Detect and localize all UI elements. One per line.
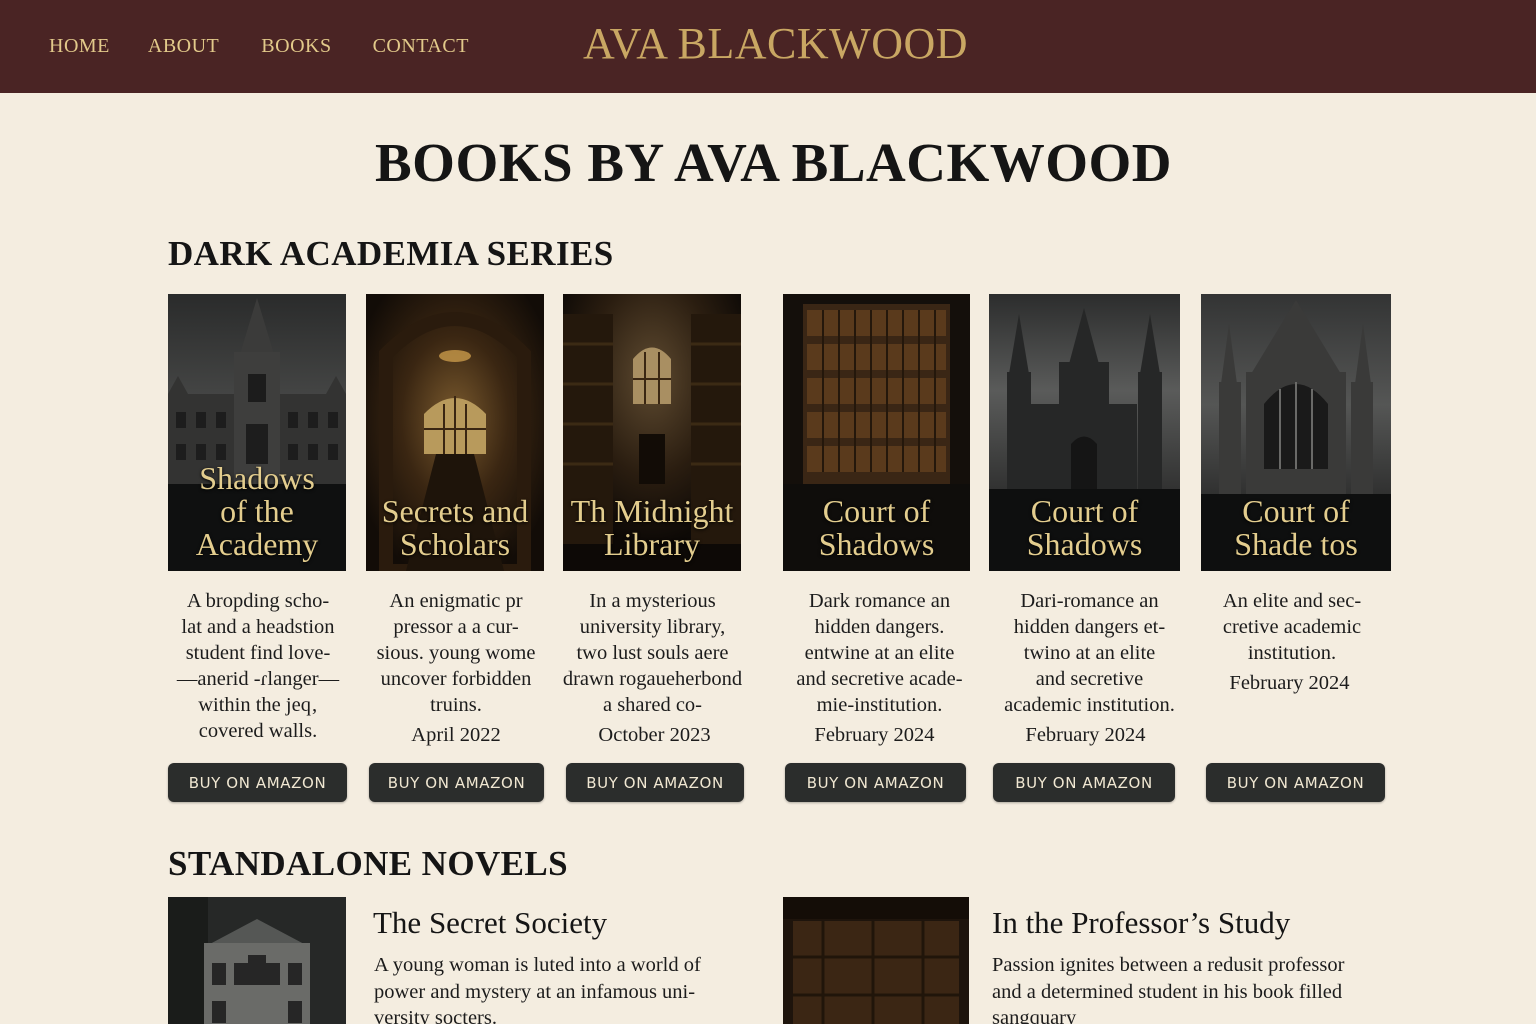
buy-on-amazon-button[interactable]: BUY ON AMAZON bbox=[566, 763, 744, 802]
standalone-book-title[interactable]: In the Professor’s Study bbox=[992, 904, 1290, 942]
main-nav: HOME ABOUT BOOKS CONTACT bbox=[49, 33, 507, 59]
standalone-section-title: STANDALONE NOVELS bbox=[168, 844, 568, 883]
cover-title: Court of Shadows bbox=[818, 493, 935, 562]
cover-title: Court of Shade tos bbox=[1234, 493, 1358, 562]
book-cover-court-of-shadows-2[interactable]: Court of Shadows bbox=[989, 294, 1180, 571]
mansion-cover-art bbox=[168, 897, 346, 1024]
book-description: Dark romance an hidden dangers. entwine … bbox=[796, 590, 963, 716]
publish-date: February 2024 bbox=[1025, 724, 1146, 746]
standalone-book-title[interactable]: The Secret Society bbox=[373, 904, 607, 942]
book-description: In a mysterious university library, two … bbox=[562, 590, 743, 716]
publish-date: February 2024 bbox=[1229, 672, 1350, 694]
book-cover-court-of-shadows[interactable]: Court of Shadows bbox=[783, 294, 970, 571]
buy-on-amazon-button[interactable]: BUY ON AMAZON bbox=[1206, 763, 1385, 802]
standalone-book-description: Passion ignites between a redusit profes… bbox=[992, 954, 1345, 1024]
publish-date: February 2024 bbox=[814, 724, 935, 746]
buy-on-amazon-button[interactable]: BUY ON AMAZON bbox=[993, 763, 1175, 802]
standalone-book-description: A young woman is luted into a world of p… bbox=[374, 954, 701, 1024]
study-bookshelf-cover-art bbox=[783, 897, 969, 1024]
buy-on-amazon-button[interactable]: BUY ON AMAZON bbox=[369, 763, 544, 802]
cover-title: Th Midnight Library bbox=[570, 493, 734, 562]
buy-on-amazon-button[interactable]: BUY ON AMAZON bbox=[785, 763, 966, 802]
publish-date: April 2022 bbox=[411, 724, 501, 746]
book-description: A bropding scho- lat and a headstion stu… bbox=[176, 590, 340, 742]
site-header: HOME ABOUT BOOKS CONTACT AVA BLACKWOOD bbox=[0, 0, 1536, 93]
book-cover-secrets-scholars[interactable]: Secrets and Scholars bbox=[366, 294, 544, 571]
book-description: An elite and sec- cretive academic insti… bbox=[1222, 590, 1362, 664]
site-logo-text[interactable]: AVA BLACKWOOD bbox=[583, 18, 968, 70]
nav-home-link[interactable]: HOME bbox=[49, 33, 110, 59]
series-section-title: DARK ACADEMIA SERIES bbox=[168, 234, 614, 273]
buy-on-amazon-button[interactable]: BUY ON AMAZON bbox=[168, 763, 347, 802]
cover-title: Secrets and Scholars bbox=[381, 493, 529, 562]
nav-books-link[interactable]: BOOKS bbox=[261, 33, 331, 59]
cover-title: Court of Shadows bbox=[1026, 493, 1143, 562]
book-cover-midnight-library[interactable]: Th Midnight Library bbox=[563, 294, 741, 571]
book-cover-shadows-academy[interactable]: Shadows of the Academy bbox=[168, 294, 346, 571]
book-cover-court-of-shade-tos[interactable]: Court of Shade tos bbox=[1201, 294, 1391, 571]
nav-contact-link[interactable]: CONTACT bbox=[373, 33, 469, 59]
publish-date: October 2023 bbox=[598, 724, 711, 746]
book-cover-secret-society[interactable] bbox=[168, 897, 346, 1024]
nav-about-link[interactable]: ABOUT bbox=[148, 33, 219, 59]
cover-title: Shadows of the Academy bbox=[195, 460, 319, 562]
page-title: BOOKS BY AVA BLACKWOOD bbox=[375, 132, 1173, 193]
book-description: An enigmatic pr pressor a a cur- sious. … bbox=[376, 590, 536, 716]
book-description: Dari-romance an hidden dangers et- twino… bbox=[1004, 590, 1175, 716]
book-cover-professors-study[interactable] bbox=[783, 897, 969, 1024]
